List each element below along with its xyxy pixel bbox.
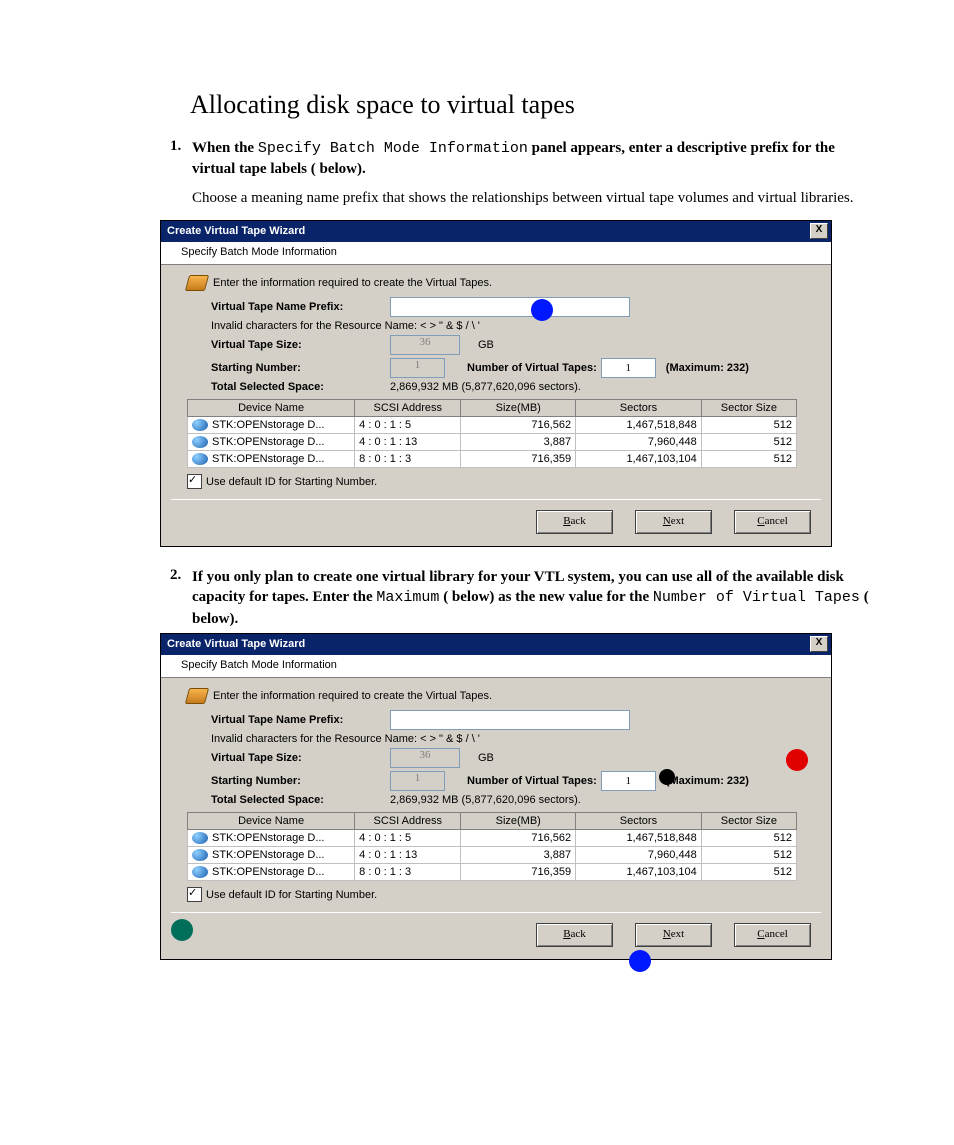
prefix-label: Virtual Tape Name Prefix: xyxy=(211,714,386,726)
col-size[interactable]: Size(MB) xyxy=(461,812,576,829)
device-table: Device Name SCSI Address Size(MB) Sector… xyxy=(187,399,797,468)
s2-mono1: Maximum xyxy=(376,589,439,606)
numtapes-label: Number of Virtual Tapes: xyxy=(467,775,597,787)
device-table: Device Name SCSI Address Size(MB) Sector… xyxy=(187,812,797,881)
wizard-intro: Enter the information required to create… xyxy=(213,690,492,702)
next-button[interactable]: Next xyxy=(635,510,712,534)
invalid-chars: Invalid characters for the Resource Name… xyxy=(211,733,821,745)
window-title: Create Virtual Tape Wizard xyxy=(167,225,305,237)
callout-dot-red xyxy=(786,749,808,771)
col-device[interactable]: Device Name xyxy=(188,399,355,416)
default-id-label: Use default ID for Starting Number. xyxy=(206,476,377,488)
wizard-subhead: Specify Batch Mode Information xyxy=(161,242,831,265)
drive-icon xyxy=(192,866,208,878)
callout-dot-blue xyxy=(531,299,553,321)
col-sectorsize[interactable]: Sector Size xyxy=(701,812,796,829)
size-input: 36 xyxy=(390,748,460,768)
drive-icon xyxy=(192,419,208,431)
col-scsi[interactable]: SCSI Address xyxy=(355,399,461,416)
drive-icon xyxy=(192,453,208,465)
close-icon[interactable]: X xyxy=(810,223,828,239)
wizard-intro: Enter the information required to create… xyxy=(213,277,492,289)
prefix-input[interactable] xyxy=(390,297,630,317)
drive-icon xyxy=(192,849,208,861)
size-unit: GB xyxy=(478,339,494,351)
default-id-label: Use default ID for Starting Number. xyxy=(206,889,377,901)
size-label: Virtual Tape Size: xyxy=(211,752,386,764)
s2-t2: ( below) as the new value for the xyxy=(439,589,652,605)
table-row[interactable]: STK:OPENstorage D...4 : 0 : 1 : 133,8877… xyxy=(188,846,797,863)
size-unit: GB xyxy=(478,752,494,764)
size-label: Virtual Tape Size: xyxy=(211,339,386,351)
total-value: 2,869,932 MB (5,877,620,096 sectors). xyxy=(390,794,581,806)
start-input: 1 xyxy=(390,771,445,791)
drive-icon xyxy=(192,436,208,448)
table-row[interactable]: STK:OPENstorage D...8 : 0 : 1 : 3716,359… xyxy=(188,450,797,467)
col-sectors[interactable]: Sectors xyxy=(576,399,702,416)
col-scsi[interactable]: SCSI Address xyxy=(355,812,461,829)
prefix-input[interactable] xyxy=(390,710,630,730)
disk-icon xyxy=(185,688,209,704)
size-input: 36 xyxy=(390,335,460,355)
step-1-pre: When the xyxy=(192,140,258,156)
numtapes-label: Number of Virtual Tapes: xyxy=(467,362,597,374)
prefix-label: Virtual Tape Name Prefix: xyxy=(211,301,386,313)
back-button[interactable]: Back xyxy=(536,923,613,947)
step-1-mono: Specify Batch Mode Information xyxy=(258,140,528,157)
col-device[interactable]: Device Name xyxy=(188,812,355,829)
table-row[interactable]: STK:OPENstorage D...4 : 0 : 1 : 5716,562… xyxy=(188,829,797,846)
max-label: (Maximum: 232) xyxy=(666,775,749,787)
table-row[interactable]: STK:OPENstorage D...4 : 0 : 1 : 133,8877… xyxy=(188,433,797,450)
drive-icon xyxy=(192,832,208,844)
max-label: (Maximum: 232) xyxy=(666,362,749,374)
step-1: 1. When the Specify Batch Mode Informati… xyxy=(170,138,874,180)
disk-icon xyxy=(185,275,209,291)
window-title: Create Virtual Tape Wizard xyxy=(167,638,305,650)
close-icon[interactable]: X xyxy=(810,636,828,652)
wizard-1: Create Virtual Tape Wizard X Specify Bat… xyxy=(160,220,832,547)
next-button[interactable]: Next xyxy=(635,923,712,947)
start-label: Starting Number: xyxy=(211,775,386,787)
start-input: 1 xyxy=(390,358,445,378)
table-row[interactable]: STK:OPENstorage D...8 : 0 : 1 : 3716,359… xyxy=(188,863,797,880)
table-row[interactable]: STK:OPENstorage D...4 : 0 : 1 : 5716,562… xyxy=(188,416,797,433)
cancel-button[interactable]: Cancel xyxy=(734,510,811,534)
callout-dot-blue xyxy=(629,950,651,972)
default-id-checkbox[interactable] xyxy=(187,887,202,902)
total-label: Total Selected Space: xyxy=(211,794,386,806)
cancel-button[interactable]: Cancel xyxy=(734,923,811,947)
numtapes-input[interactable] xyxy=(601,358,656,378)
col-size[interactable]: Size(MB) xyxy=(461,399,576,416)
s2-mono2: Number of Virtual Tapes xyxy=(653,589,860,606)
default-id-checkbox[interactable] xyxy=(187,474,202,489)
col-sectorsize[interactable]: Sector Size xyxy=(701,399,796,416)
wizard-2: Create Virtual Tape Wizard X Specify Bat… xyxy=(160,633,832,960)
wizard-subhead: Specify Batch Mode Information xyxy=(161,655,831,678)
step-1-followup: Choose a meaning name prefix that shows … xyxy=(192,188,874,208)
page-title: Allocating disk space to virtual tapes xyxy=(190,90,874,120)
callout-dot-black xyxy=(659,769,675,785)
back-button[interactable]: Back xyxy=(536,510,613,534)
numtapes-input[interactable] xyxy=(601,771,656,791)
step-2: 2. If you only plan to create one virtua… xyxy=(170,567,874,629)
invalid-chars: Invalid characters for the Resource Name… xyxy=(211,320,821,332)
start-label: Starting Number: xyxy=(211,362,386,374)
step-2-number: 2. xyxy=(170,567,192,629)
step-1-number: 1. xyxy=(170,138,192,180)
total-value: 2,869,932 MB (5,877,620,096 sectors). xyxy=(390,381,581,393)
total-label: Total Selected Space: xyxy=(211,381,386,393)
col-sectors[interactable]: Sectors xyxy=(576,812,702,829)
callout-dot-teal xyxy=(171,919,193,941)
